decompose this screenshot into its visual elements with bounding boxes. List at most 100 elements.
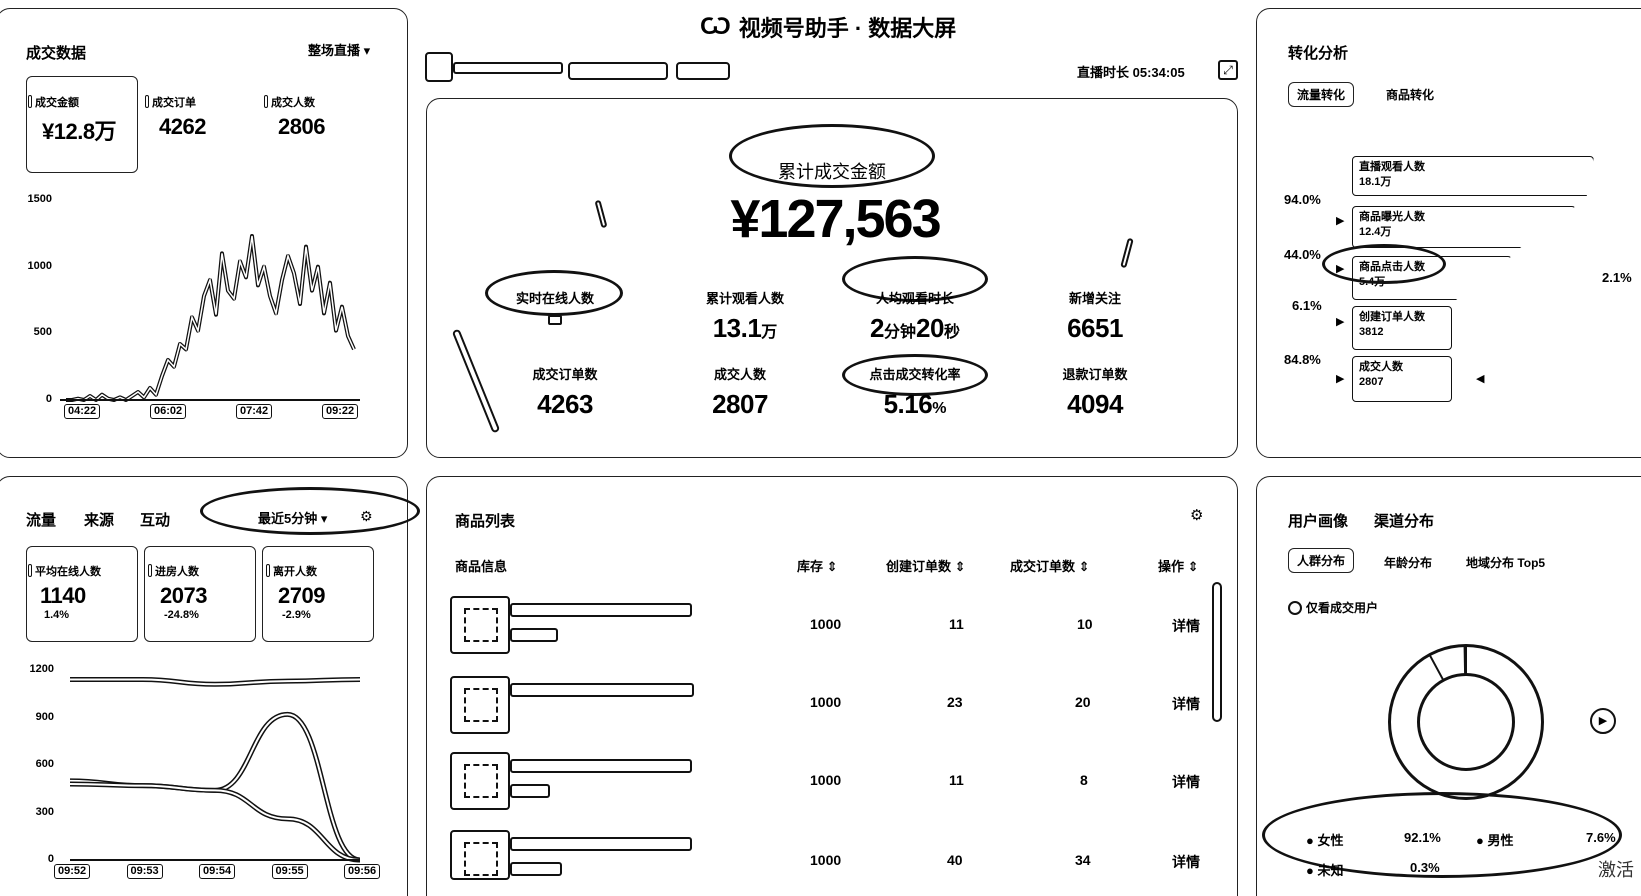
activate-watermark: 激活 [1598, 860, 1634, 880]
chevron-down-icon: ▾ [320, 511, 328, 526]
filter-icon[interactable]: ⚙ [1190, 506, 1203, 524]
deal-series-line-inner [66, 235, 355, 401]
product-thumbnail [450, 676, 510, 734]
sort-icon: ⇕ [1187, 559, 1199, 574]
deal-line-chart [60, 234, 360, 402]
cell-done: 34 [1075, 852, 1091, 868]
table-scrollbar[interactable] [1212, 582, 1222, 722]
kpi-label: 成交人数 [271, 97, 315, 109]
detail-link[interactable]: 详情 [1172, 852, 1200, 872]
stat-label: 成交人数 [713, 367, 766, 382]
product-name-bar [510, 837, 692, 851]
col-stock[interactable]: 库存 ⇕ [797, 556, 838, 575]
kpi-value: ¥12.8万 [42, 119, 117, 144]
stat-value: 5.16 [883, 389, 933, 419]
sort-icon: ⇕ [954, 559, 966, 574]
traffic-y-tick: 1200 [29, 663, 54, 675]
checkbox-icon [1288, 600, 1302, 615]
kpi-marker-icon [148, 564, 152, 577]
legend-unknown-value: 0.3% [1410, 860, 1440, 875]
stat-online: 实时在线人数 [490, 288, 620, 325]
stat-buyers: 成交人数 2807 [675, 364, 805, 420]
traffic-y-tick: 900 [35, 710, 54, 723]
subtab-crowd[interactable]: 人群分布 [1288, 548, 1355, 573]
stat-orders: 成交订单数 4263 [500, 364, 630, 420]
col-done-orders[interactable]: 成交订单数 ⇕ [1010, 556, 1090, 575]
stat-label: 点击成交转化率 [869, 367, 961, 382]
kpi-marker-icon [266, 564, 270, 577]
toolbar-avatar[interactable] [425, 52, 453, 82]
kpi-value: 2806 [278, 114, 325, 139]
checkbox-label: 仅看成交用户 [1306, 601, 1379, 615]
detail-link[interactable]: 详情 [1172, 772, 1200, 792]
legend-male: ● 男性 [1476, 830, 1514, 849]
tab-channel[interactable]: 渠道分布 [1374, 510, 1434, 531]
cell-stock: 1000 [810, 772, 842, 788]
only-buyers-checkbox[interactable]: 仅看成交用户 [1288, 599, 1378, 616]
kpi-label: 成交订单 [152, 97, 196, 109]
kpi-value: 1140 [40, 583, 86, 608]
stat-value: 2 [870, 313, 884, 343]
funnel-arrow-icon: ▶ [1336, 263, 1345, 275]
legend-unknown: ● 未知 [1306, 860, 1344, 879]
cell-stock: 1000 [810, 616, 842, 632]
kpi-marker-icon [28, 564, 32, 577]
legend-female-value: 92.1% [1404, 830, 1441, 845]
product-price-bar [510, 784, 550, 798]
stat-label: 成交订单数 [532, 367, 598, 382]
toolbar-tab-2[interactable] [676, 62, 730, 80]
tab-product-conversion[interactable]: 商品转化 [1386, 86, 1434, 103]
conversion-title: 转化分析 [1288, 45, 1349, 62]
tab-user-profile[interactable]: 用户画像 [1288, 510, 1348, 531]
toolbar-input-bar[interactable] [453, 62, 563, 74]
live-duration-label: 直播时长 [1077, 65, 1130, 80]
deal-range-select[interactable]: 整场直播 ▾ [308, 40, 370, 59]
kpi-marker-icon [28, 95, 32, 108]
dashboard-header: Ѡ 视频号助手 · 数据大屏 [700, 12, 956, 42]
cell-done: 8 [1080, 772, 1088, 788]
kpi-leave: 离开人数 2709 -2.9% [266, 563, 325, 621]
stat-label: 累计观看人数 [705, 291, 784, 306]
cell-done: 10 [1077, 616, 1093, 632]
tab-traffic[interactable]: 流量 [26, 509, 56, 530]
product-price-bar [510, 862, 562, 876]
deal-y-tick: 1000 [27, 259, 52, 272]
tab-traffic-conversion[interactable]: 流量转化 [1288, 82, 1355, 107]
tab-interaction[interactable]: 互动 [140, 509, 170, 530]
kpi-delta: 1.4% [44, 609, 70, 621]
funnel-step: 直播观看人数 18.1万 [1352, 156, 1594, 196]
live-duration-value: 05:34:05 [1132, 65, 1185, 80]
subtab-region[interactable]: 地域分布 Top5 [1466, 554, 1545, 571]
funnel-value: 2807 [1359, 376, 1384, 388]
stat-new-follow: 新增关注 6651 [1030, 288, 1160, 344]
detail-link[interactable]: 详情 [1172, 616, 1200, 636]
funnel-label: 创建订单人数 [1359, 311, 1425, 323]
subtab-age[interactable]: 年龄分布 [1384, 554, 1432, 571]
settings-icon[interactable]: ⚙ [360, 508, 373, 525]
deal-y-tick: 500 [33, 326, 52, 339]
kpi-label: 进房人数 [155, 566, 199, 578]
wechat-channels-logo-icon: Ѡ [700, 13, 731, 40]
funnel-label: 直播观看人数 [1359, 161, 1425, 173]
product-thumbnail [450, 596, 510, 654]
fullscreen-icon[interactable]: ⤢ [1218, 60, 1238, 80]
kpi-delta: -24.8% [164, 609, 199, 621]
traffic-range-select[interactable]: 最近5分钟 ▾ [258, 508, 327, 527]
kpi-delta: -2.9% [282, 609, 311, 621]
col-action: 操作 ⇕ [1158, 556, 1199, 575]
kpi-label: 平均在线人数 [35, 566, 101, 578]
toolbar-tab-1[interactable] [568, 62, 668, 80]
next-arrow-icon[interactable]: ▶ [1590, 708, 1616, 734]
traffic-y-tick: 300 [35, 805, 54, 818]
col-created-orders[interactable]: 创建订单数 ⇕ [886, 556, 966, 575]
stat-unit: % [932, 400, 947, 417]
tab-source[interactable]: 来源 [84, 509, 114, 530]
chevron-down-icon: ▾ [363, 43, 371, 58]
funnel-value: 18.1万 [1359, 176, 1392, 188]
total-amount-label: 累计成交金额 [778, 162, 886, 182]
traffic-series-line-inner [70, 783, 361, 861]
detail-link[interactable]: 详情 [1172, 694, 1200, 714]
funnel-arrow-icon: ▶ [1336, 373, 1345, 385]
product-thumbnail [450, 752, 510, 810]
col-product-info: 商品信息 [455, 559, 508, 574]
